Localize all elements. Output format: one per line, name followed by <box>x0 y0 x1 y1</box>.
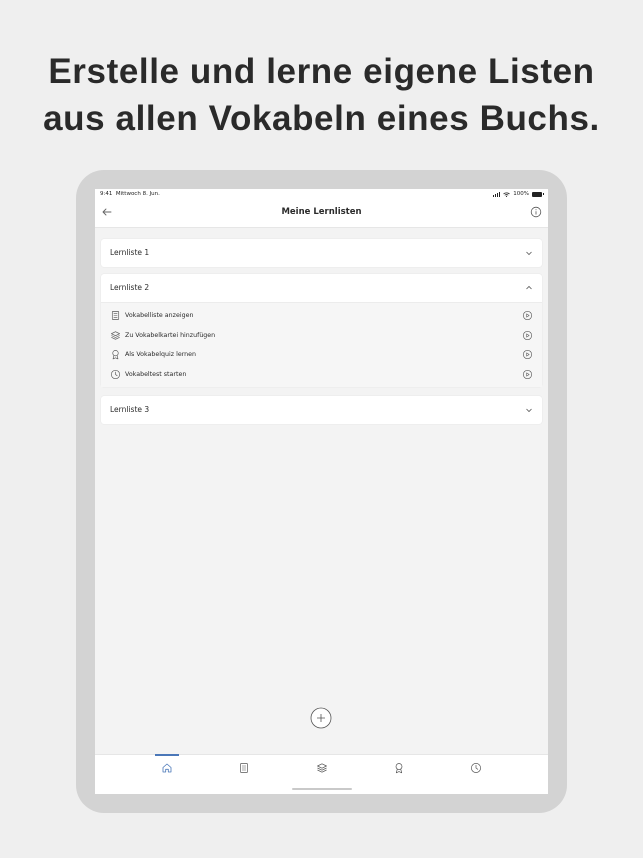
layers-icon <box>317 763 327 773</box>
action-label: Zu Vokabelkartei hinzufügen <box>125 331 216 339</box>
headline: Erstelle und lerne eigene Listen aus all… <box>0 48 643 142</box>
tab-test[interactable] <box>464 755 488 785</box>
play-circle-icon[interactable] <box>522 349 533 360</box>
award-icon <box>395 763 403 774</box>
action-learn-quiz[interactable]: Als Vokabelquiz lernen <box>101 345 542 365</box>
action-label: Vokabeltest starten <box>125 370 187 378</box>
chevron-down-icon[interactable] <box>525 406 533 414</box>
clock-icon <box>471 763 481 773</box>
clock-icon <box>110 369 121 379</box>
home-icon <box>162 763 172 773</box>
action-start-test[interactable]: Vokabeltest starten <box>101 365 542 385</box>
battery-icon <box>532 191 544 197</box>
nav-bar: Meine Lernlisten <box>95 199 548 228</box>
status-right: 100% <box>492 191 544 197</box>
status-time: 9:41 Mittwoch 8. Jun. <box>100 191 160 197</box>
play-circle-icon[interactable] <box>522 330 533 341</box>
action-add-to-cardbox[interactable]: Zu Vokabelkartei hinzufügen <box>101 326 542 346</box>
tab-bar <box>95 754 548 794</box>
list-title: Lernliste 1 <box>110 248 150 257</box>
list-actions: Vokabelliste anzeigen Zu Vokabelkartei h… <box>101 302 542 387</box>
app-screen: 9:41 Mittwoch 8. Jun. 100% Meine Lernlis… <box>95 189 548 794</box>
list-card-3[interactable]: Lernliste 3 <box>101 396 542 424</box>
tablet-frame: 9:41 Mittwoch 8. Jun. 100% Meine Lernlis… <box>76 170 567 813</box>
headline-line-2: aus allen Vokabeln eines Buchs. <box>43 99 600 138</box>
headline-line-1: Erstelle und lerne eigene Listen <box>48 52 595 91</box>
document-icon <box>111 311 120 320</box>
list-header-3[interactable]: Lernliste 3 <box>101 396 542 424</box>
tab-quiz[interactable] <box>387 755 411 785</box>
list-header-1[interactable]: Lernliste 1 <box>101 239 542 267</box>
action-label: Als Vokabelquiz lernen <box>125 351 197 358</box>
active-tab-indicator <box>155 754 179 756</box>
add-list-button[interactable] <box>310 707 332 729</box>
page-title: Meine Lernlisten <box>281 207 362 217</box>
award-icon <box>112 350 119 360</box>
list-header-2[interactable]: Lernliste 2 <box>101 274 542 302</box>
wifi-icon <box>503 191 511 197</box>
document-icon <box>240 763 248 773</box>
tab-cardbox[interactable] <box>310 755 334 785</box>
status-bar: 9:41 Mittwoch 8. Jun. 100% <box>95 189 548 199</box>
chevron-up-icon[interactable] <box>525 284 533 292</box>
tab-lists[interactable] <box>232 755 256 785</box>
signal-icon <box>492 191 501 197</box>
list-card-2: Lernliste 2 Vokabelliste anzeigen Zu Vok… <box>101 274 542 387</box>
list-title: Lernliste 3 <box>110 405 150 414</box>
play-circle-icon[interactable] <box>522 369 533 380</box>
chevron-down-icon[interactable] <box>525 249 533 257</box>
tab-home[interactable] <box>155 754 179 785</box>
info-icon[interactable] <box>530 206 542 218</box>
battery-percent: 100% <box>513 191 529 197</box>
action-show-list[interactable]: Vokabelliste anzeigen <box>101 306 542 326</box>
list-card-1[interactable]: Lernliste 1 <box>101 239 542 267</box>
list-title: Lernliste 2 <box>110 283 150 292</box>
play-circle-icon[interactable] <box>522 310 533 321</box>
action-label: Vokabelliste anzeigen <box>125 312 194 319</box>
layers-icon <box>111 330 120 340</box>
home-indicator <box>292 788 352 790</box>
